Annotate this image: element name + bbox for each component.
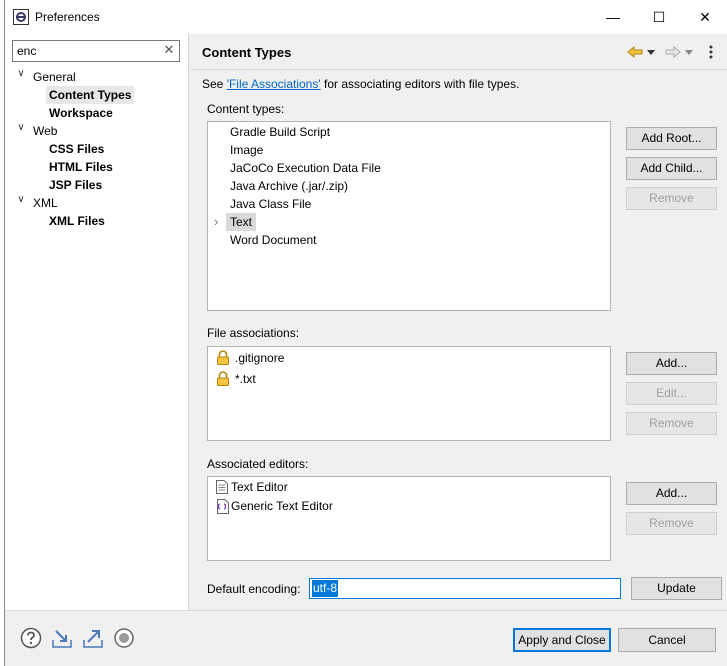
add-child-button[interactable]: Add Child...: [626, 157, 717, 180]
associated-editors-list[interactable]: Text Editor Generic Text Editor: [207, 476, 611, 561]
tree-node-html-files[interactable]: HTML Files: [49, 158, 113, 176]
lock-icon: [217, 371, 229, 386]
content-type-item[interactable]: Word Document: [230, 231, 316, 249]
eclipse-app-icon: [13, 9, 29, 25]
content-types-tree[interactable]: Gradle Build Script Image JaCoCo Executi…: [207, 121, 611, 311]
file-associations-label: File associations:: [207, 326, 300, 340]
tree-node-xml-files[interactable]: XML Files: [49, 212, 105, 230]
export-icon[interactable]: [82, 627, 104, 649]
help-icon[interactable]: [20, 627, 42, 649]
clear-filter-icon[interactable]: ✕: [162, 43, 176, 57]
add-association-button[interactable]: Add...: [626, 352, 717, 375]
remove-association-button[interactable]: Remove: [626, 412, 717, 435]
file-associations-hint: See 'File Associations' for associating …: [202, 77, 519, 91]
tree-node-general[interactable]: General: [33, 68, 76, 86]
import-icon[interactable]: [51, 627, 73, 649]
file-associations-list[interactable]: .gitignore *.txt: [207, 346, 611, 441]
filter-input[interactable]: enc ✕: [12, 40, 180, 62]
content-type-item[interactable]: JaCoCo Execution Data File: [230, 159, 381, 177]
editor-item[interactable]: Text Editor: [231, 478, 288, 496]
view-menu-icon[interactable]: [708, 44, 714, 60]
remove-editor-button[interactable]: Remove: [626, 512, 717, 535]
page-header: Content Types: [191, 34, 727, 70]
forward-arrow-icon[interactable]: [665, 46, 681, 58]
dialog-footer: Apply and Close Cancel: [5, 610, 727, 666]
back-arrow-icon[interactable]: [627, 46, 643, 58]
remove-content-type-button[interactable]: Remove: [626, 187, 717, 210]
minimize-button[interactable]: —: [590, 0, 636, 34]
tree-node-content-types[interactable]: Content Types: [46, 86, 135, 104]
content-type-item[interactable]: Java Archive (.jar/.zip): [230, 177, 348, 195]
default-encoding-label: Default encoding:: [207, 582, 301, 596]
tree-node-css-files[interactable]: CSS Files: [49, 140, 104, 158]
close-button[interactable]: ✕: [682, 0, 727, 34]
add-editor-button[interactable]: Add...: [626, 482, 717, 505]
editor-item[interactable]: Generic Text Editor: [231, 497, 333, 515]
content-types-label: Content types:: [207, 102, 285, 116]
hint-prefix: See: [202, 77, 227, 91]
generic-editor-icon: [217, 499, 229, 514]
maximize-button[interactable]: ☐: [636, 0, 682, 34]
filter-value: enc: [17, 44, 37, 58]
lock-icon: [217, 350, 229, 365]
tree-node-jsp-files[interactable]: JSP Files: [49, 176, 102, 194]
text-editor-icon: [216, 480, 228, 494]
apply-and-close-button[interactable]: Apply and Close: [513, 628, 611, 652]
window-title: Preferences: [35, 10, 100, 24]
content-type-item[interactable]: Image: [230, 141, 263, 159]
content-type-item[interactable]: Gradle Build Script: [230, 123, 330, 141]
tree-node-workspace[interactable]: Workspace: [49, 104, 113, 122]
default-encoding-value: utf-8: [312, 580, 339, 597]
tree-node-web[interactable]: Web: [33, 122, 57, 140]
file-associations-link[interactable]: 'File Associations': [227, 77, 321, 91]
collapse-icon[interactable]: ∨: [15, 68, 27, 86]
edit-association-button[interactable]: Edit...: [626, 382, 717, 405]
expand-chevron-icon[interactable]: ›: [214, 213, 218, 231]
minimize-icon: —: [606, 9, 620, 25]
default-encoding-input[interactable]: utf-8: [309, 578, 621, 599]
maximize-icon: ☐: [652, 8, 666, 25]
content-types-page: Content Types See 'File Associations' fo…: [191, 34, 727, 610]
forward-dropdown-icon[interactable]: [685, 50, 693, 55]
back-dropdown-icon[interactable]: [647, 50, 655, 55]
collapse-icon[interactable]: ∨: [15, 122, 27, 140]
close-icon: ✕: [699, 8, 711, 25]
cancel-button[interactable]: Cancel: [618, 628, 716, 652]
file-association-item[interactable]: *.txt: [235, 370, 256, 388]
page-title: Content Types: [202, 45, 292, 60]
associated-editors-label: Associated editors:: [207, 457, 309, 471]
content-type-item[interactable]: Java Class File: [230, 195, 311, 213]
record-icon[interactable]: [113, 627, 135, 649]
title-bar: Preferences — ☐ ✕: [5, 0, 727, 34]
hint-suffix: for associating editors with file types.: [320, 77, 520, 91]
add-root-button[interactable]: Add Root...: [626, 127, 717, 150]
update-button[interactable]: Update: [631, 577, 722, 600]
collapse-icon[interactable]: ∨: [15, 194, 27, 212]
tree-node-xml[interactable]: XML: [33, 194, 58, 212]
file-association-item[interactable]: .gitignore: [235, 349, 284, 367]
preference-navigation: enc ✕ ∨ General Content Types Workspace …: [5, 34, 189, 610]
content-type-item-selected[interactable]: Text: [226, 213, 257, 231]
preferences-dialog: Preferences — ☐ ✕ enc ✕ ∨ General Conten…: [4, 0, 727, 666]
